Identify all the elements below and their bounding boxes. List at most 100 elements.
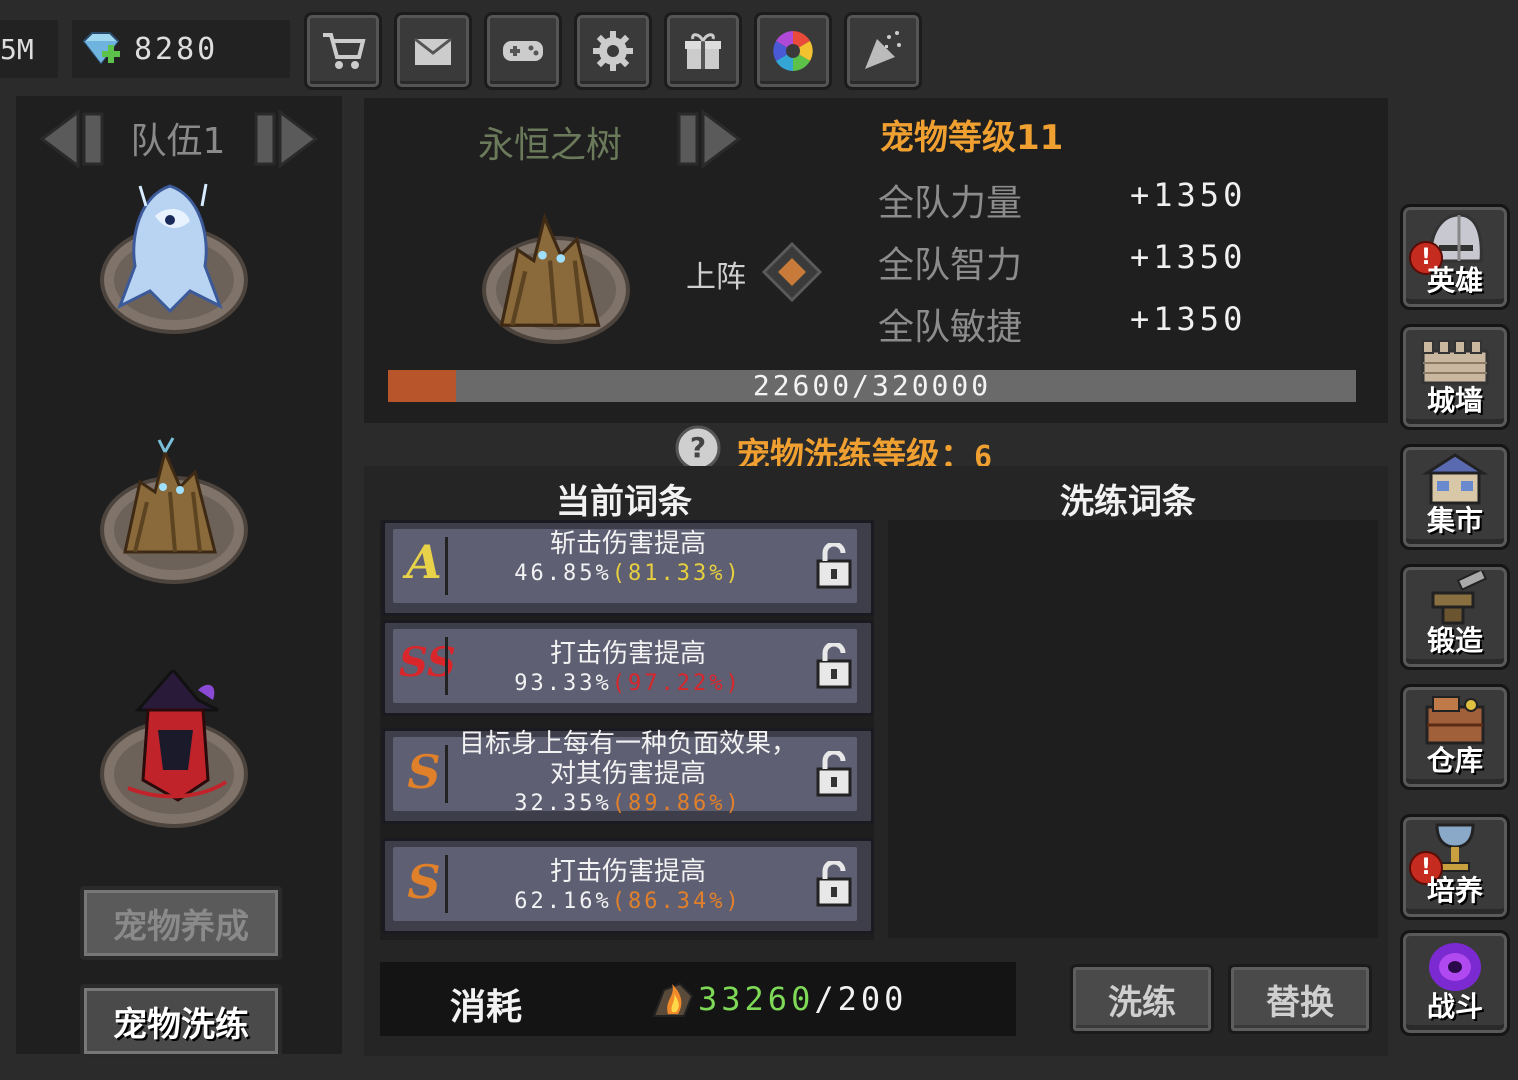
affix-text: 斩击伤害提高 46.85%(81.33%) [455,529,801,589]
new-affix-list [888,520,1378,938]
party-popper-icon [865,31,901,69]
new-affixes-title: 洗练词条 [1060,482,1196,522]
affix-values: 32.35%(89.86%) [449,789,807,819]
affix-grade: S [407,745,441,799]
celebration-button[interactable] [844,12,922,90]
replace-button[interactable]: 替换 [1228,964,1372,1034]
gift-icon [685,33,721,69]
pet-refine-button[interactable]: 宠物洗练 [80,984,282,1058]
settings-button[interactable] [574,12,652,90]
stat-value-intelligence: +1350 [1130,238,1247,276]
side-menu-market[interactable]: 集市 [1400,444,1510,550]
affix-current-value: 32.35% [514,791,612,816]
affix-desc-line: 打击伤害提高 [549,857,706,887]
pet-portrait [472,196,632,356]
refine-stone-icon [652,982,694,1017]
exp-progress-text: 22600/320000 [752,369,992,402]
affix-max-value: (86.34%) [611,889,742,914]
side-menu-label: 培养 [1426,874,1483,907]
mail-icon [414,37,452,65]
gamepad-icon [503,41,543,61]
side-menu-forge[interactable]: 锻造 [1400,564,1510,670]
next-team-arrow-icon[interactable] [250,104,320,174]
shop-icon [323,33,366,69]
treant-pet-icon [123,437,217,554]
side-menu-cultivate[interactable]: ! 培养 [1400,814,1510,920]
gem-count: 8280 [134,31,219,67]
exp-progress-bar: 22600/320000 [388,370,1356,402]
settings-icon [593,31,633,71]
side-menu-label: 战斗 [1426,990,1483,1023]
ice-spirit-pet-icon [117,183,223,314]
affix-max-value: (89.86%) [611,791,742,816]
affix-max-value: (81.33%) [611,561,742,586]
unlocked-lock-icon[interactable] [815,861,853,907]
stat-value-agility: +1350 [1130,300,1247,338]
side-menu-label: 仓库 [1426,744,1483,777]
grade-divider [445,537,448,595]
prev-team-arrow-icon[interactable] [38,104,108,174]
affix-text: 打击伤害提高 62.16%(86.34%) [455,857,801,917]
pet-raise-button[interactable]: 宠物养成 [80,886,282,960]
pet-level: 宠物等级11 [880,118,1064,158]
pet-slot-3[interactable] [90,670,250,830]
gamepad-button[interactable] [484,12,562,90]
affix-values: 46.85%(81.33%) [455,559,801,589]
stat-label-agility: 全队敏捷 [878,307,1023,348]
side-menu-wall[interactable]: 城墙 [1400,324,1510,430]
unlocked-lock-icon[interactable] [815,643,853,689]
affix-desc-line: 打击伤害提高 [549,639,706,669]
affix-row[interactable]: S 目标身上每有一种负面效果， 对其伤害提高 32.35%(89.86%) [382,728,874,824]
affix-grade: A [406,535,442,589]
side-menu-battle[interactable]: 战斗 [1400,930,1510,1036]
side-menu-hero[interactable]: ! 英雄 [1400,204,1510,310]
color-wheel-button[interactable] [754,12,832,90]
grade-divider [445,637,448,695]
affix-row[interactable]: A 斩击伤害提高 46.85%(81.33%) [382,520,874,616]
side-menu-label: 锻造 [1426,624,1483,657]
stat-label-strength: 全队力量 [878,183,1023,224]
affix-row[interactable]: SS 打击伤害提高 93.33%(97.22%) [382,620,874,716]
current-affixes-title: 当前词条 [556,482,692,522]
affix-grade: S [407,855,441,909]
affix-max-value: (97.22%) [611,671,742,696]
side-menu-label: 英雄 [1426,264,1483,297]
treant-pet-icon [499,212,601,327]
affix-values: 62.16%(86.34%) [455,887,801,917]
dark-witch-pet-icon [127,670,228,802]
grade-divider [445,745,448,803]
affix-grade: SS [399,639,456,686]
deploy-label: 上阵 [686,260,746,295]
side-menu-label: 集市 [1426,504,1483,537]
affix-desc-line: 对其伤害提高 [549,759,706,789]
cost-have: 33260 [698,980,815,1018]
shop-button[interactable] [304,12,382,90]
affix-text: 目标身上每有一种负面效果， 对其伤害提高 32.35%(89.86%) [449,729,807,819]
affix-values: 93.33%(97.22%) [455,669,801,699]
affix-row[interactable]: S 打击伤害提高 62.16%(86.34%) [382,838,874,934]
affix-desc-line: 斩击伤害提高 [549,529,706,559]
side-menu-warehouse[interactable]: 仓库 [1400,684,1510,790]
resource-amount: 5M [0,32,34,66]
gem-icon [82,32,120,65]
gift-button[interactable] [664,12,742,90]
stat-label-intelligence: 全队智力 [878,245,1023,286]
cost-need: /200 [814,980,908,1018]
pet-slot-1[interactable] [90,176,250,336]
side-menu-label: 城墙 [1426,384,1483,417]
unlocked-lock-icon[interactable] [815,543,853,589]
resource-display: 5M [0,20,58,78]
affix-desc-line: 目标身上每有一种负面效果， [458,729,797,759]
help-icon[interactable]: ? [674,424,722,472]
mail-button[interactable] [394,12,472,90]
team-label: 队伍1 [130,121,226,162]
cost-amount: 33260/200 [698,980,907,1018]
color-wheel-icon [773,31,813,71]
next-pet-arrow-icon[interactable] [668,104,748,174]
cost-label: 消耗 [450,987,523,1028]
deploy-diamond-icon[interactable] [762,242,822,302]
affix-text: 打击伤害提高 93.33%(97.22%) [455,639,801,699]
refine-button[interactable]: 洗练 [1070,964,1214,1034]
unlocked-lock-icon[interactable] [815,751,853,797]
pet-slot-2[interactable] [90,426,250,586]
